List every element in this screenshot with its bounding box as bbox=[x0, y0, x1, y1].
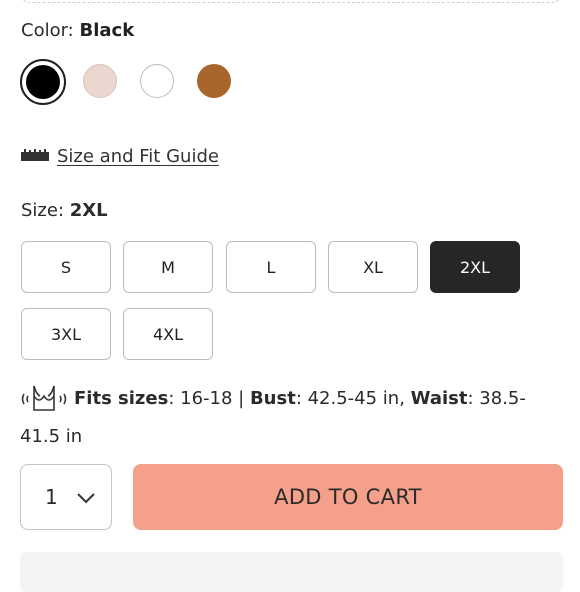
size-fit-guide[interactable]: Size and Fit Guide bbox=[20, 146, 219, 167]
fit-info: Fits sizes: 16-18 | Bust: 42.5-45 in, Wa… bbox=[20, 380, 560, 456]
previous-section-border bbox=[20, 0, 562, 3]
swatch-nude[interactable] bbox=[83, 64, 117, 98]
size-option-l[interactable]: L bbox=[226, 241, 316, 293]
bust-label: Bust bbox=[249, 388, 296, 409]
size-option-s[interactable]: S bbox=[21, 241, 111, 293]
fits-sizes-label: Fits sizes bbox=[74, 388, 169, 409]
quantity-select[interactable]: 1 bbox=[20, 464, 112, 530]
ruler-icon bbox=[20, 146, 50, 167]
color-label-text: Color: bbox=[21, 20, 74, 41]
color-swatches bbox=[20, 59, 280, 105]
size-fit-guide-link[interactable]: Size and Fit Guide bbox=[57, 146, 219, 167]
size-label: Size: 2XL bbox=[21, 200, 108, 221]
size-option-4xl[interactable]: 4XL bbox=[123, 308, 213, 360]
swatch-black-dot bbox=[26, 65, 60, 99]
size-label-text: Size: bbox=[21, 200, 65, 221]
selected-size: 2XL bbox=[69, 200, 108, 221]
waist-label: Waist bbox=[410, 388, 468, 409]
fits-sizes-value: : 16-18 | bbox=[168, 388, 250, 409]
add-to-cart-button[interactable]: ADD TO CART bbox=[133, 464, 563, 530]
color-label: Color: Black bbox=[21, 20, 134, 41]
size-option-xl[interactable]: XL bbox=[328, 241, 418, 293]
swatch-black[interactable] bbox=[20, 59, 66, 105]
bust-value: : 42.5-45 in, bbox=[295, 388, 411, 409]
quantity-value: 1 bbox=[45, 485, 58, 509]
size-option-m[interactable]: M bbox=[123, 241, 213, 293]
size-option-2xl[interactable]: 2XL bbox=[430, 241, 520, 293]
chevron-down-icon bbox=[76, 485, 96, 509]
bottom-panel bbox=[20, 552, 563, 592]
bra-vibration-icon bbox=[20, 382, 68, 416]
swatch-brown[interactable] bbox=[197, 64, 231, 98]
selected-color-name: Black bbox=[79, 20, 135, 41]
swatch-white[interactable] bbox=[140, 64, 174, 98]
size-option-3xl[interactable]: 3XL bbox=[21, 308, 111, 360]
